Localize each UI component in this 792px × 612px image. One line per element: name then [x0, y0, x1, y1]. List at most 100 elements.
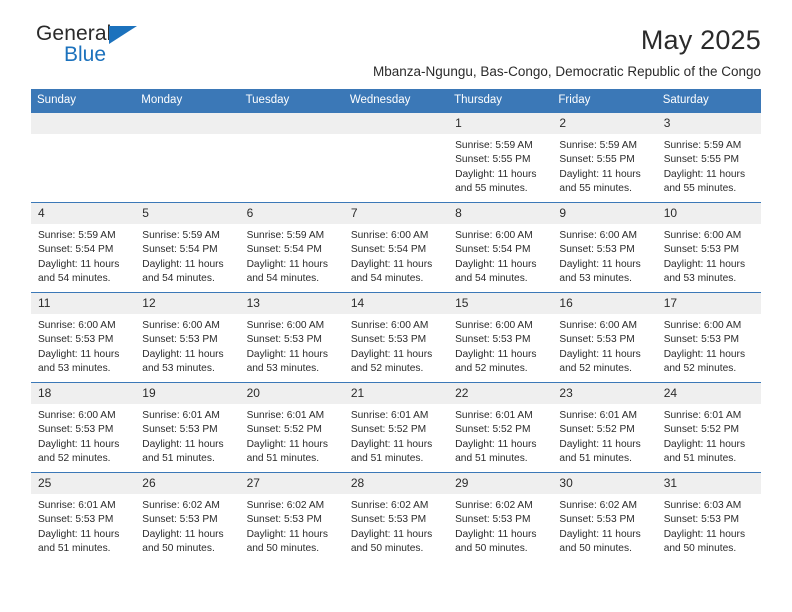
calendar-day-cell[interactable]: 19 Sunrise: 6:01 AM Sunset: 5:53 PM Dayligh…	[135, 382, 240, 473]
day-info-line: and 52 minutes.	[663, 363, 737, 375]
day-info-line: and 55 minutes.	[663, 183, 737, 195]
day-info-line: and 52 minutes.	[559, 363, 632, 375]
day-info-line: Sunrise: 5:59 AM	[455, 140, 533, 151]
day-number	[135, 113, 240, 134]
day-sun-info: Sunrise: 6:02 AM Sunset: 5:53 PM Daylight:…	[135, 494, 239, 557]
day-sun-info: Sunrise: 6:01 AM Sunset: 5:52 PM Daylight:…	[240, 404, 344, 467]
day-info-line: Sunset: 5:52 PM	[559, 424, 635, 436]
day-info-line: Daylight: 11 hours	[663, 438, 746, 450]
day-sun-info: Sunrise: 6:00 AM Sunset: 5:54 PM Daylight:…	[344, 224, 448, 287]
day-info-line: Sunrise: 6:00 AM	[38, 410, 116, 421]
day-sun-info: Sunrise: 6:00 AM Sunset: 5:54 PM Daylight:…	[448, 224, 552, 287]
day-info-line: Daylight: 11 hours	[142, 528, 224, 540]
day-number: 11	[31, 293, 136, 314]
day-info-line: Daylight: 11 hours	[246, 438, 328, 450]
day-number: 2	[552, 113, 657, 134]
calendar-day-cell[interactable]: 31 Sunrise: 6:03 AM Sunset: 5:53 PM Dayligh…	[656, 472, 761, 562]
calendar-day-cell[interactable]: 28 Sunrise: 6:02 AM Sunset: 5:53 PM Dayligh…	[343, 472, 449, 562]
day-info-line: Daylight: 11 hours	[559, 168, 641, 180]
calendar-day-cell[interactable]: 18 Sunrise: 6:00 AM Sunset: 5:53 PM Dayligh…	[31, 382, 136, 473]
calendar-day-cell[interactable]: 27 Sunrise: 6:02 AM Sunset: 5:53 PM Dayligh…	[239, 472, 344, 562]
day-sun-info: Sunrise: 5:59 AM Sunset: 5:54 PM Daylight:…	[31, 224, 135, 287]
day-number	[31, 113, 136, 134]
day-info-line: and 52 minutes.	[38, 453, 111, 465]
day-info-line: Sunrise: 6:02 AM	[246, 500, 325, 511]
day-info-line: and 50 minutes.	[663, 543, 737, 555]
day-number: 14	[343, 293, 449, 314]
day-sun-info: Sunrise: 5:59 AM Sunset: 5:55 PM Daylight:…	[552, 134, 656, 197]
day-info-line: Sunrise: 6:00 AM	[350, 320, 429, 331]
day-info-line: Sunrise: 5:59 AM	[38, 230, 116, 241]
calendar-day-cell[interactable]: 1 Sunrise: 5:59 AM Sunset: 5:55 PM Daylight…	[448, 112, 553, 203]
day-number: 3	[656, 113, 761, 134]
calendar-day-cell[interactable]: 24 Sunrise: 6:01 AM Sunset: 5:52 PM Dayligh…	[656, 382, 761, 473]
day-info-line: Daylight: 11 hours	[246, 258, 328, 270]
day-info-line: Sunset: 5:53 PM	[663, 334, 740, 346]
day-info-line: and 53 minutes.	[142, 363, 215, 375]
day-info-line: Sunrise: 5:59 AM	[142, 230, 220, 241]
day-info-line: Sunrise: 6:02 AM	[350, 500, 429, 511]
day-info-line: Sunrise: 6:00 AM	[350, 230, 429, 241]
day-info-line: Daylight: 11 hours	[350, 258, 433, 270]
day-info-line: Sunrise: 6:00 AM	[455, 320, 533, 331]
calendar-day-cell[interactable]: 12 Sunrise: 6:00 AM Sunset: 5:53 PM Dayligh…	[135, 292, 240, 383]
day-info-line: Sunset: 5:53 PM	[455, 334, 531, 346]
day-info-line: and 52 minutes.	[455, 363, 528, 375]
day-info-line: Sunset: 5:53 PM	[663, 514, 740, 526]
calendar-day-cell[interactable]: 25 Sunrise: 6:01 AM Sunset: 5:53 PM Dayligh…	[31, 472, 136, 562]
weekday-header-sunday: Sunday	[31, 89, 136, 113]
day-sun-info: Sunrise: 6:01 AM Sunset: 5:52 PM Daylight:…	[448, 404, 552, 467]
calendar-day-cell[interactable]: 22 Sunrise: 6:01 AM Sunset: 5:52 PM Dayligh…	[448, 382, 553, 473]
calendar-day-cell[interactable]: 14 Sunrise: 6:00 AM Sunset: 5:53 PM Dayligh…	[343, 292, 449, 383]
day-number: 8	[448, 203, 553, 224]
day-info-line: Daylight: 11 hours	[663, 528, 746, 540]
day-info-line: Sunrise: 6:00 AM	[142, 320, 220, 331]
calendar-grid: Sunday Monday Tuesday Wednesday Thursday Frid…	[31, 89, 761, 562]
calendar-day-cell[interactable]: 15 Sunrise: 6:00 AM Sunset: 5:53 PM Dayligh…	[448, 292, 553, 383]
day-info-line: Sunset: 5:53 PM	[246, 514, 322, 526]
weekday-header-friday: Friday	[552, 89, 657, 113]
weekday-header-tuesday: Tuesday	[239, 89, 344, 113]
calendar-day-cell[interactable]: 23 Sunrise: 6:01 AM Sunset: 5:52 PM Dayligh…	[552, 382, 657, 473]
day-info-line: Sunrise: 6:01 AM	[559, 410, 637, 421]
day-sun-info: Sunrise: 6:00 AM Sunset: 5:53 PM Daylight:…	[448, 314, 552, 377]
brand-logo[interactable]: General Blue	[36, 22, 166, 72]
calendar-day-cell[interactable]: 10 Sunrise: 6:00 AM Sunset: 5:53 PM Dayligh…	[656, 202, 761, 293]
calendar-day-cell[interactable]: 26 Sunrise: 6:02 AM Sunset: 5:53 PM Dayligh…	[135, 472, 240, 562]
calendar-day-cell[interactable]: 9 Sunrise: 6:00 AM Sunset: 5:53 PM Daylight…	[552, 202, 657, 293]
calendar-day-cell[interactable]: 16 Sunrise: 6:00 AM Sunset: 5:53 PM Dayligh…	[552, 292, 657, 383]
day-number: 17	[656, 293, 761, 314]
day-sun-info: Sunrise: 5:59 AM Sunset: 5:55 PM Daylight:…	[448, 134, 552, 197]
calendar-day-cell[interactable]: 30 Sunrise: 6:02 AM Sunset: 5:53 PM Dayligh…	[552, 472, 657, 562]
day-info-line: Sunrise: 6:02 AM	[142, 500, 220, 511]
day-info-line: Daylight: 11 hours	[559, 258, 641, 270]
calendar-day-cell[interactable]: 6 Sunrise: 5:59 AM Sunset: 5:54 PM Daylight…	[239, 202, 344, 293]
day-number: 10	[656, 203, 761, 224]
calendar-day-cell[interactable]: 2 Sunrise: 5:59 AM Sunset: 5:55 PM Daylight…	[552, 112, 657, 203]
day-info-line: and 50 minutes.	[559, 543, 632, 555]
calendar-day-cell[interactable]: 7 Sunrise: 6:00 AM Sunset: 5:54 PM Daylight…	[343, 202, 449, 293]
day-number: 29	[448, 473, 553, 494]
day-sun-info: Sunrise: 6:00 AM Sunset: 5:53 PM Daylight:…	[344, 314, 448, 377]
calendar-day-cell[interactable]: 5 Sunrise: 5:59 AM Sunset: 5:54 PM Daylight…	[135, 202, 240, 293]
day-info-line: Sunset: 5:53 PM	[38, 424, 114, 436]
day-number: 15	[448, 293, 553, 314]
title-block: May 2025 Mbanza-Ngungu, Bas-Congo, Democ…	[373, 22, 761, 82]
calendar-day-cell[interactable]: 20 Sunrise: 6:01 AM Sunset: 5:52 PM Dayligh…	[239, 382, 344, 473]
calendar-day-cell[interactable]: 21 Sunrise: 6:01 AM Sunset: 5:52 PM Dayligh…	[343, 382, 449, 473]
day-info-line: Daylight: 11 hours	[142, 438, 224, 450]
calendar-day-cell[interactable]: 4 Sunrise: 5:59 AM Sunset: 5:54 PM Daylight…	[31, 202, 136, 293]
calendar-day-cell[interactable]: 3 Sunrise: 5:59 AM Sunset: 5:55 PM Daylight…	[656, 112, 761, 203]
day-info-line: and 51 minutes.	[350, 453, 424, 465]
day-info-line: Daylight: 11 hours	[350, 528, 433, 540]
day-number: 26	[135, 473, 240, 494]
calendar-day-cell[interactable]: 17 Sunrise: 6:00 AM Sunset: 5:53 PM Dayligh…	[656, 292, 761, 383]
day-number: 18	[31, 383, 136, 404]
calendar-day-cell[interactable]: 29 Sunrise: 6:02 AM Sunset: 5:53 PM Dayligh…	[448, 472, 553, 562]
day-info-line: Sunset: 5:54 PM	[246, 244, 322, 256]
calendar-day-cell[interactable]: 13 Sunrise: 6:00 AM Sunset: 5:53 PM Dayligh…	[239, 292, 344, 383]
day-info-line: and 53 minutes.	[38, 363, 111, 375]
calendar-week-row: 11 Sunrise: 6:00 AM Sunset: 5:53 PM Dayligh…	[31, 292, 761, 383]
calendar-day-cell[interactable]: 11 Sunrise: 6:00 AM Sunset: 5:53 PM Dayligh…	[31, 292, 136, 383]
calendar-day-cell[interactable]: 8 Sunrise: 6:00 AM Sunset: 5:54 PM Daylight…	[448, 202, 553, 293]
